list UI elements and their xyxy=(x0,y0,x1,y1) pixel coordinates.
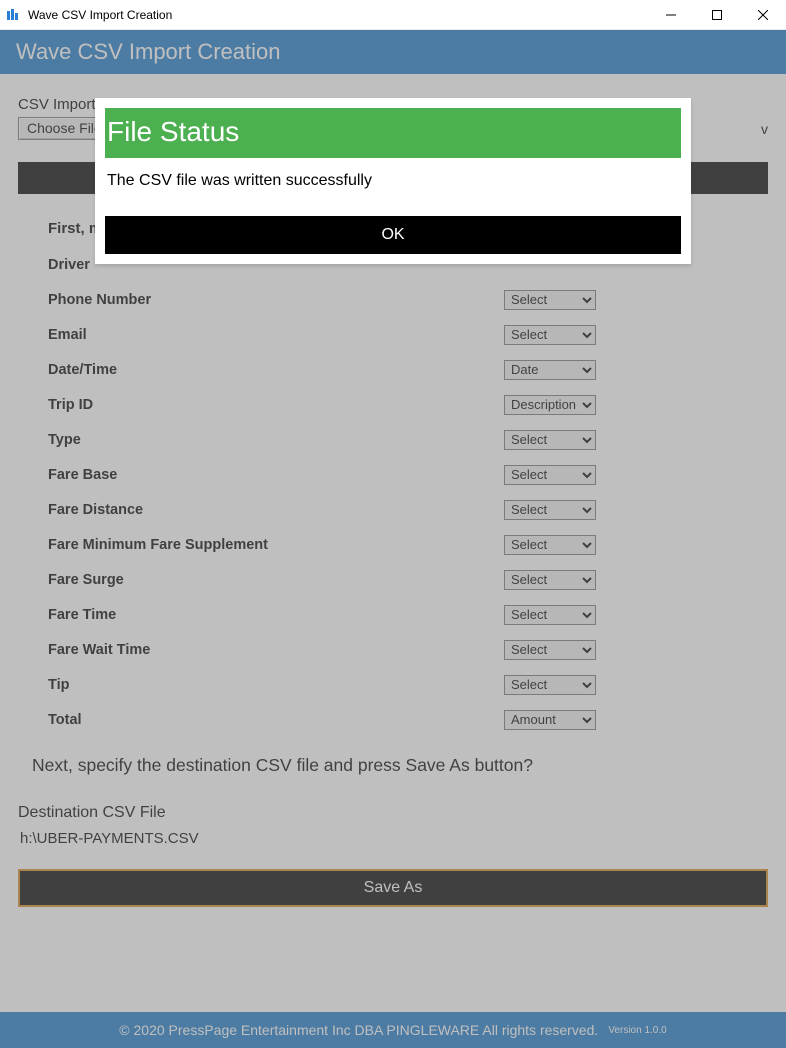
modal-ok-button[interactable]: OK xyxy=(105,216,681,254)
modal-message: The CSV file was written successfully xyxy=(105,158,681,216)
window-title: Wave CSV Import Creation xyxy=(28,8,648,22)
close-button[interactable] xyxy=(740,0,786,29)
window-controls xyxy=(648,0,786,29)
file-status-modal: File Status The CSV file was written suc… xyxy=(95,98,691,264)
minimize-button[interactable] xyxy=(648,0,694,29)
window-titlebar: Wave CSV Import Creation xyxy=(0,0,786,30)
modal-title: File Status xyxy=(105,108,681,158)
maximize-button[interactable] xyxy=(694,0,740,29)
app-icon xyxy=(6,7,22,23)
